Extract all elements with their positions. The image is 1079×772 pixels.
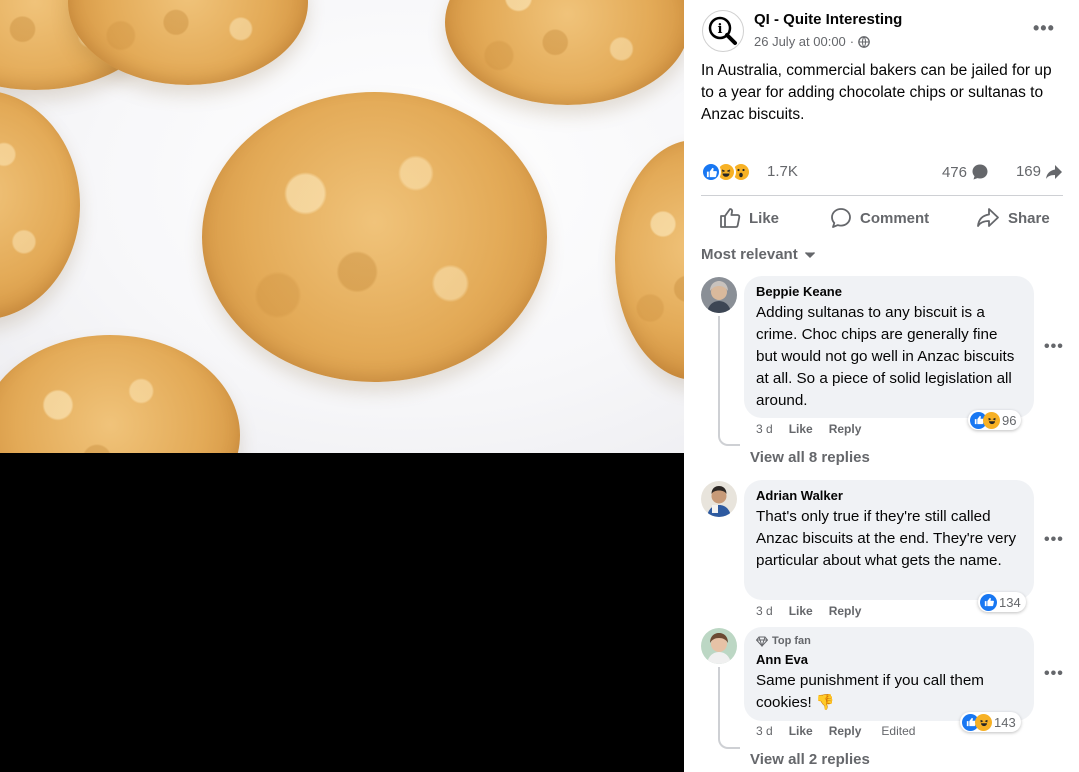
comment-meta: 3 d Like Reply [756,422,861,436]
post-date: 26 July at 00:00 · [754,34,870,49]
avatar[interactable] [701,277,737,313]
comment-time[interactable]: 3 d [756,422,773,436]
post-timestamp[interactable]: 26 July at 00:00 [754,34,846,49]
like-icon [720,208,741,228]
reply-thread-line [718,667,740,749]
comment-reaction-count: 143 [994,714,1016,730]
comment-more-icon[interactable]: ••• [1044,531,1064,549]
edited-label: Edited [881,724,916,738]
comment-like-button[interactable]: Like [789,422,813,436]
post-photo [0,0,684,453]
qi-logo-icon: i [708,16,737,45]
like-button[interactable]: Like [719,204,779,232]
share-count[interactable]: 169 [1016,163,1063,180]
comment-label: Comment [860,209,930,227]
comment-more-icon[interactable]: ••• [1044,338,1064,356]
comment-count-value: 476 [941,163,967,181]
comment-reaction-count: 96 [1002,412,1017,428]
facebook-post-viewer: i QI - Quite Interesting 26 July at 00:0… [0,0,1079,772]
diamond-icon [756,636,768,647]
avatar[interactable] [701,628,737,664]
biscuit-image [0,90,80,320]
share-arrow-icon [1046,164,1062,179]
comment-author[interactable]: Ann Eva [756,652,1022,667]
share-label: Share [1008,209,1050,227]
haha-reaction-icon [975,713,992,731]
comment-author[interactable]: Beppie Keane [756,284,1022,299]
comment-bubble: Top fan Ann Eva Same punishment if you c… [744,627,1034,721]
comment-reply-button[interactable]: Reply [829,604,862,618]
top-fan-badge: Top fan [756,635,1022,647]
biscuit-image [615,140,684,380]
haha-reaction-icon [983,411,1000,429]
comment-text: That's only true if they're still called… [756,508,1017,569]
comment-reaction-count: 134 [999,594,1021,610]
comment-time[interactable]: 3 d [756,724,773,738]
share-icon [977,208,999,227]
comment-sort-dropdown[interactable]: Most relevant [701,246,816,263]
comment-like-button[interactable]: Like [789,604,813,618]
comment-bubble: Adrian Walker That's only true if they'r… [744,480,1034,600]
comment-time[interactable]: 3 d [756,604,773,618]
comment-reactions[interactable]: 134 [978,592,1026,612]
post-panel: i QI - Quite Interesting 26 July at 00:0… [684,0,1079,772]
post-text: In Australia, commercial bakers can be j… [701,62,1052,123]
top-fan-label: Top fan [772,635,811,647]
like-reaction-icon [980,593,997,611]
view-replies-link[interactable]: View all 8 replies [750,449,870,466]
comment-text: Adding sultanas to any biscuit is a crim… [756,304,1015,409]
biscuit-image [0,335,240,453]
like-label: Like [749,209,780,227]
like-reaction-icon[interactable] [701,162,721,182]
post-media[interactable] [0,0,684,772]
comment-bubble-icon [972,164,988,180]
svg-text:i: i [718,22,723,37]
comment-meta: 3 d Like Reply Edited [756,724,915,738]
post-actions: Like Comment Share [701,195,1063,239]
biscuit-image [202,92,547,382]
more-icon[interactable]: ••• [1033,19,1055,37]
comment-meta: 3 d Like Reply [756,604,861,618]
view-replies-link[interactable]: View all 2 replies [750,751,870,768]
comment-reply-button[interactable]: Reply [829,422,862,436]
chevron-down-icon [804,251,815,258]
page-avatar[interactable]: i [702,10,744,52]
comment-count[interactable]: 476 [942,163,989,181]
share-button[interactable]: Share [976,204,1050,232]
globe-icon [858,35,870,48]
avatar[interactable] [701,481,737,517]
share-count-value: 169 [1015,163,1041,180]
comment-bubble: Beppie Keane Adding sultanas to any bisc… [744,276,1034,418]
comment-like-button[interactable]: Like [789,724,813,738]
reaction-count[interactable]: 1.7K [767,163,798,180]
comment-reactions[interactable]: 143 [960,712,1021,732]
comment-text: Same punishment if you call them cookies… [756,672,984,711]
comment-more-icon[interactable]: ••• [1044,665,1064,683]
page-name[interactable]: QI - Quite Interesting [754,11,902,28]
comment-button[interactable]: Comment [830,204,929,232]
biscuit-image [445,0,684,105]
reply-thread-line [718,316,740,446]
reactions-summary: 1.7K 476 169 [701,160,1063,184]
comment-reactions[interactable]: 96 [968,410,1022,430]
sort-label: Most relevant [701,246,798,263]
comment-reply-button[interactable]: Reply [829,724,862,738]
comment-icon [831,208,851,228]
comment-author[interactable]: Adrian Walker [756,488,1022,503]
date-separator: · [849,34,855,49]
